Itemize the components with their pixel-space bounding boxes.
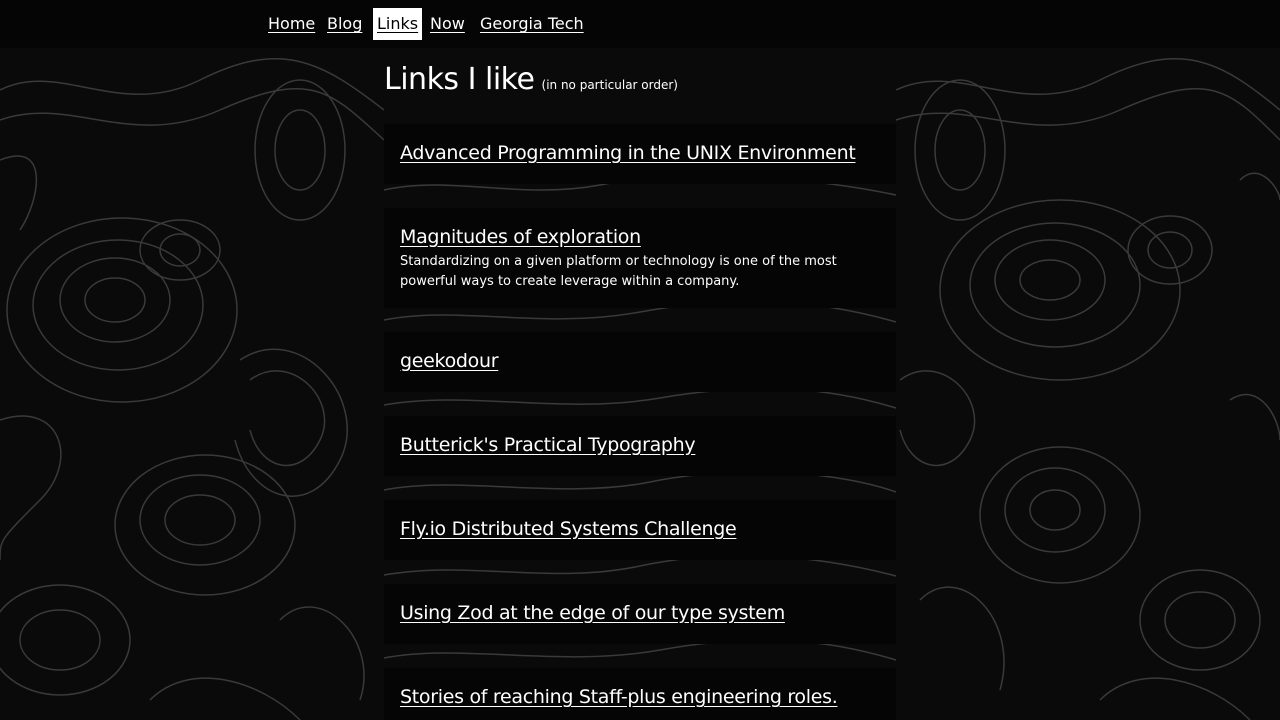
page-heading: Links I like (in no particular order) <box>384 62 678 97</box>
page-subtitle: (in no particular order) <box>541 78 678 92</box>
link-title[interactable]: geekodour <box>400 350 499 372</box>
nav-link-links[interactable]: Links <box>373 8 423 40</box>
top-navigation: Home Blog Links Now Georgia Tech <box>0 0 1280 48</box>
link-card: geekodour <box>384 332 896 392</box>
link-card: Stories of reaching Staff-plus engineeri… <box>384 668 896 720</box>
link-title[interactable]: Advanced Programming in the UNIX Environ… <box>400 142 856 164</box>
link-card: Butterick's Practical Typography <box>384 416 896 476</box>
link-title[interactable]: Fly.io Distributed Systems Challenge <box>400 518 737 540</box>
link-card: Using Zod at the edge of our type system <box>384 584 896 644</box>
link-title[interactable]: Butterick's Practical Typography <box>400 434 696 456</box>
link-card: Fly.io Distributed Systems Challenge <box>384 500 896 560</box>
nav-link-georgia-tech[interactable]: Georgia Tech <box>480 8 584 40</box>
link-card: Advanced Programming in the UNIX Environ… <box>384 124 896 184</box>
nav-link-home[interactable]: Home <box>268 8 315 40</box>
link-title[interactable]: Using Zod at the edge of our type system <box>400 602 785 624</box>
nav-link-blog[interactable]: Blog <box>327 8 362 40</box>
link-title[interactable]: Magnitudes of exploration <box>400 226 641 248</box>
nav-link-now[interactable]: Now <box>430 8 465 40</box>
page-title: Links I like <box>384 62 535 97</box>
link-card: Magnitudes of exploration Standardizing … <box>384 208 896 308</box>
link-title[interactable]: Stories of reaching Staff-plus engineeri… <box>400 686 838 708</box>
link-description: Standardizing on a given platform or tec… <box>400 254 837 289</box>
